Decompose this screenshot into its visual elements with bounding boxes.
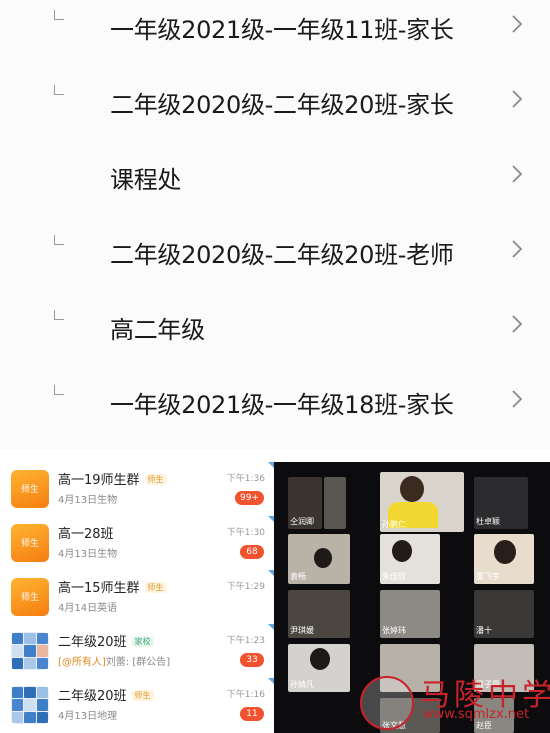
chat-item[interactable]: 二年级20班 家校 [@所有人]刘蕾: [群公告] 下午1:23 33 <box>0 624 274 678</box>
school-seal-logo <box>360 676 414 730</box>
chevron-right-icon <box>512 15 523 33</box>
video-tile[interactable] <box>324 477 346 529</box>
avatar-label: 师生 <box>20 539 39 549</box>
participant-name: 张婷玮 <box>382 626 406 635</box>
chat-time: 下午1:29 <box>226 582 265 592</box>
avatar-label: 师生 <box>20 593 39 603</box>
participant-name: 仝润卿 <box>290 517 314 526</box>
group-row[interactable]: 一年级2021级-一年级18班-家长 <box>0 375 550 450</box>
tree-branch-icon <box>54 235 64 245</box>
group-label: 一年级2021级-一年级18班-家长 <box>110 391 454 419</box>
chat-preview: 4月13日生物 <box>58 495 118 506</box>
group-avatar: 师生 <box>11 470 49 508</box>
video-tile[interactable]: 杜卓颖 <box>474 477 528 529</box>
group-collage-avatar <box>11 632 49 670</box>
group-row[interactable]: 课程处 <box>0 150 550 225</box>
chat-item[interactable]: 二年级20班 师生 4月13日地理 下午1:16 11 <box>0 678 274 732</box>
chat-time: 下午1:36 <box>226 474 265 484</box>
group-label: 二年级2020级-二年级20班-老师 <box>110 241 454 269</box>
chat-title: 高一15师生群 师生 <box>58 577 167 596</box>
participant-name: 杜卓颖 <box>476 517 500 526</box>
group-label: 课程处 <box>110 166 182 194</box>
chat-time: 下午1:16 <box>226 690 265 700</box>
group-type-tag: 家校 <box>131 636 154 647</box>
unread-badge: 33 <box>240 653 264 667</box>
unread-badge: 68 <box>240 545 264 559</box>
chat-title: 二年级20班 师生 <box>58 685 154 704</box>
group-row[interactable]: 高二年级 <box>0 300 550 375</box>
video-tile[interactable]: 潘十 <box>474 590 534 638</box>
participant-name: 尹琪媛 <box>290 626 314 635</box>
chat-item[interactable]: 师生 高一28班 4月13日生物 下午1:30 68 <box>0 516 274 570</box>
group-label: 高二年级 <box>110 316 205 344</box>
tree-branch-icon <box>54 385 64 395</box>
chat-item[interactable]: 师生 高一15师生群 师生 4月14日英语 下午1:29 <box>0 570 274 624</box>
chat-time: 下午1:30 <box>226 528 265 538</box>
participant-face <box>310 648 330 670</box>
group-avatar: 师生 <box>11 578 49 616</box>
participant-name: 朱佳欣 <box>382 572 406 581</box>
chevron-right-icon <box>512 165 523 183</box>
participant-name: 袁畅 <box>290 572 306 581</box>
unread-badge: 11 <box>240 707 264 721</box>
chat-preview-text: 刘蕾: [群公告] <box>105 657 171 668</box>
chevron-right-icon <box>512 315 523 333</box>
chat-title-text: 二年级20班 <box>58 689 127 704</box>
chevron-right-icon <box>512 90 523 108</box>
chat-title: 高一28班 <box>58 527 114 542</box>
video-tile[interactable]: 张婷玮 <box>380 590 440 638</box>
chat-preview: [@所有人]刘蕾: [群公告] <box>58 653 170 668</box>
video-tile[interactable]: 孙婧凡 <box>288 644 350 692</box>
chat-title-text: 高一15师生群 <box>58 581 140 596</box>
avatar-label: 师生 <box>20 485 39 495</box>
chat-preview: 4月14日英语 <box>58 603 118 614</box>
watermark-url: www.sqmlzx.net <box>423 707 530 722</box>
participant-name: 孙鹏仁 <box>382 520 406 529</box>
participant-face <box>400 476 424 502</box>
group-row[interactable]: 二年级2020级-二年级20班-老师 <box>0 225 550 300</box>
tree-branch-icon <box>54 85 64 95</box>
chat-item[interactable]: 师生 高一19师生群 师生 4月13日生物 下午1:36 99+ <box>0 462 274 516</box>
chat-list: 师生 高一19师生群 师生 4月13日生物 下午1:36 99+ 师生 高一28班… <box>0 462 274 733</box>
chat-preview: 4月13日生物 <box>58 549 118 560</box>
unread-badge: 99+ <box>235 491 264 505</box>
group-type-tag: 师生 <box>144 582 167 593</box>
chevron-right-icon <box>512 240 523 258</box>
participant-name: 董飞宇 <box>476 572 500 581</box>
participant-name: 孙婧凡 <box>290 680 314 689</box>
group-collage-avatar <box>11 686 49 724</box>
chat-title-text: 高一19师生群 <box>58 473 140 488</box>
chat-time: 下午1:23 <box>226 636 265 646</box>
group-list: 一年级2021级-一年级11班-家长 二年级2020级-二年级20班-家长 课程… <box>0 0 550 450</box>
chevron-right-icon <box>512 390 523 408</box>
video-tile[interactable]: 仝润卿 <box>288 477 322 529</box>
chat-title-text: 二年级20班 <box>58 635 127 650</box>
group-row[interactable]: 一年级2021级-一年级11班-家长 <box>0 0 550 75</box>
video-tile[interactable]: 董飞宇 <box>474 534 534 584</box>
video-tile[interactable]: 尹琪媛 <box>288 590 350 638</box>
chat-preview: 4月13日地理 <box>58 711 118 722</box>
group-type-tag: 师生 <box>144 474 167 485</box>
chat-title: 二年级20班 家校 <box>58 631 154 650</box>
group-row[interactable]: 二年级2020级-二年级20班-家长 <box>0 75 550 150</box>
group-label: 一年级2021级-一年级11班-家长 <box>110 16 454 44</box>
group-type-tag: 师生 <box>131 690 154 701</box>
tree-branch-icon <box>54 310 64 320</box>
participant-name: 潘十 <box>476 626 492 635</box>
group-label: 二年级2020级-二年级20班-家长 <box>110 91 454 119</box>
video-tile[interactable]: 朱佳欣 <box>380 534 440 584</box>
group-avatar: 师生 <box>11 524 49 562</box>
tree-branch-icon <box>54 10 64 20</box>
participant-face <box>494 540 516 564</box>
chat-title: 高一19师生群 师生 <box>58 469 167 488</box>
participant-face <box>314 548 332 568</box>
video-tile[interactable]: 孙鹏仁 <box>380 472 464 532</box>
participant-face <box>392 540 412 562</box>
mention-all: [@所有人] <box>58 657 106 668</box>
video-tile[interactable]: 袁畅 <box>288 534 350 584</box>
